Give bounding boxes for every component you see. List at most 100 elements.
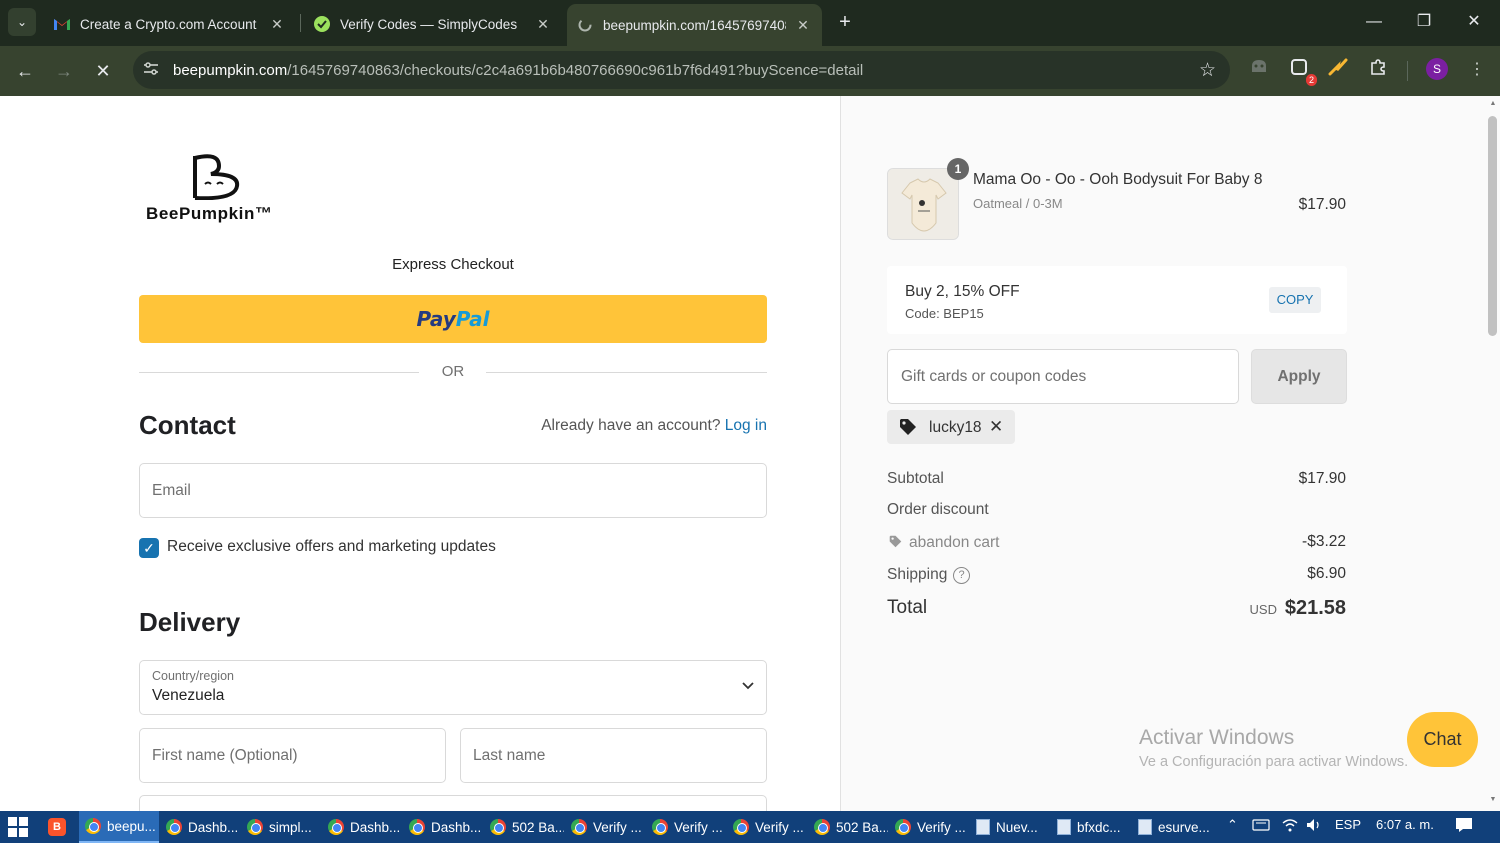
- chrome-icon: [571, 819, 587, 835]
- taskbar-item-label: Dashb...: [431, 819, 482, 835]
- login-link[interactable]: Log in: [725, 417, 767, 434]
- first-name-placeholder: First name (Optional): [152, 746, 298, 764]
- volume-icon[interactable]: [1305, 817, 1323, 836]
- taskbar-item[interactable]: Verify ...: [727, 811, 807, 843]
- brave-icon[interactable]: B: [48, 818, 66, 836]
- simplycodes-icon: [314, 16, 330, 32]
- marketing-label: Receive exclusive offers and marketing u…: [167, 538, 496, 555]
- notifications-icon[interactable]: [1455, 817, 1473, 836]
- first-name-field[interactable]: First name (Optional): [139, 728, 446, 783]
- taskbar-item[interactable]: esurve...: [1132, 811, 1212, 843]
- tab-title: Verify Codes — SimplyCodes: [340, 16, 518, 32]
- or-divider: OR: [139, 363, 767, 381]
- restore-button[interactable]: ❐: [1409, 8, 1439, 36]
- close-icon[interactable]: ✕: [534, 16, 552, 33]
- taskbar-item[interactable]: Verify ...: [565, 811, 645, 843]
- paypal-button[interactable]: PayPal: [139, 295, 767, 343]
- minimize-button[interactable]: —: [1359, 8, 1389, 36]
- lightning-extension-icon[interactable]: [1326, 58, 1350, 82]
- stop-loading-button[interactable]: ✕: [90, 58, 116, 84]
- chrome-icon: [409, 819, 425, 835]
- tab-search-button[interactable]: ⌄: [8, 8, 36, 36]
- url-path: /1645769740863/checkouts/c2c4a691b6b4807…: [287, 62, 864, 79]
- chrome-icon: [814, 819, 830, 835]
- tag-icon: [889, 535, 902, 551]
- tab-beepumpkin[interactable]: beepumpkin.com/1645769740863 ✕: [567, 4, 822, 46]
- windows-start-icon[interactable]: [8, 817, 30, 837]
- email-field[interactable]: Email: [139, 463, 767, 518]
- divider-line: [486, 372, 767, 373]
- arrow-left-icon: ←: [16, 61, 34, 81]
- taskbar-item[interactable]: Nuev...: [970, 811, 1050, 843]
- taskbar-item[interactable]: Dashb...: [322, 811, 402, 843]
- wifi-icon[interactable]: [1281, 817, 1299, 836]
- chevron-up-icon[interactable]: ⌃: [1227, 817, 1238, 833]
- taskbar-item[interactable]: Verify ...: [889, 811, 969, 843]
- chrome-icon: [328, 819, 344, 835]
- taskbar-item[interactable]: Dashb...: [403, 811, 483, 843]
- copy-code-button[interactable]: COPY: [1269, 287, 1321, 313]
- chrome-icon: [652, 819, 668, 835]
- back-button[interactable]: ←: [12, 58, 38, 84]
- promo-banner: Buy 2, 15% OFF Code: BEP15 COPY: [887, 266, 1347, 334]
- help-icon[interactable]: ?: [953, 567, 970, 584]
- coupon-input[interactable]: Gift cards or coupon codes: [887, 349, 1239, 404]
- extension-icon[interactable]: [1247, 58, 1271, 82]
- extensions-puzzle-icon[interactable]: [1366, 58, 1390, 82]
- taskbar-item-label: Dashb...: [350, 819, 401, 835]
- close-icon[interactable]: ✕: [794, 17, 812, 34]
- product-name: Mama Oo - Oo - Ooh Bodysuit For Baby 8: [973, 171, 1263, 188]
- remove-code-icon[interactable]: ✕: [989, 417, 1003, 437]
- scroll-up-icon[interactable]: ▲: [1489, 100, 1497, 107]
- scroll-down-icon[interactable]: ▼: [1489, 796, 1497, 803]
- taskbar-item-label: Verify ...: [674, 819, 723, 835]
- url-text[interactable]: beepumpkin.com/1645769740863/checkouts/c…: [173, 62, 863, 79]
- chat-button[interactable]: Chat: [1407, 712, 1478, 767]
- taskbar-item[interactable]: Verify ...: [646, 811, 726, 843]
- marketing-checkbox[interactable]: ✓: [139, 538, 159, 558]
- chrome-icon: [85, 818, 101, 834]
- taskbar-item-label: Nuev...: [996, 819, 1038, 835]
- paypal-logo: PayPal: [416, 307, 489, 331]
- taskbar-item[interactable]: beepu...: [79, 811, 159, 843]
- address-bar[interactable]: beepumpkin.com/1645769740863/checkouts/c…: [133, 51, 1230, 89]
- paypal-pay-text: Pay: [416, 307, 456, 331]
- taskbar-item[interactable]: 502 Ba...: [484, 811, 564, 843]
- language-indicator[interactable]: ESP: [1335, 817, 1361, 832]
- apply-button[interactable]: Apply: [1251, 349, 1347, 404]
- brand-logo[interactable]: BeePumpkin™: [145, 154, 295, 226]
- taskbar-item[interactable]: 502 Ba...: [808, 811, 888, 843]
- loading-icon: [577, 17, 593, 33]
- input-method-icon[interactable]: [1252, 817, 1270, 836]
- taskbar-item-label: Verify ...: [755, 819, 804, 835]
- taskbar-item-label: 502 Ba...: [512, 819, 564, 835]
- clock[interactable]: 6:07 a. m.: [1376, 817, 1434, 832]
- window-close-button[interactable]: ✕: [1459, 8, 1489, 36]
- taskbar-item[interactable]: simpl...: [241, 811, 321, 843]
- taskbar-item[interactable]: Dashb...: [160, 811, 240, 843]
- paypal-pal-text: Pal: [455, 307, 490, 331]
- profile-avatar[interactable]: S: [1426, 58, 1448, 80]
- site-settings-icon[interactable]: [143, 62, 159, 78]
- forward-button[interactable]: →: [51, 58, 77, 84]
- product-price: $17.90: [1298, 196, 1346, 213]
- browser-tab-strip: ⌄ Create a Crypto.com Account - ✕ Verify…: [0, 0, 1500, 46]
- scroll-thumb[interactable]: [1488, 116, 1497, 336]
- taskbar-item[interactable]: bfxdc...: [1051, 811, 1131, 843]
- extension-badge-icon[interactable]: 2: [1287, 58, 1317, 86]
- promo-code: Code: BEP15: [905, 306, 984, 321]
- page-scrollbar[interactable]: ▲ ▼: [1485, 96, 1500, 811]
- tab-crypto[interactable]: Create a Crypto.com Account - ✕: [44, 8, 296, 40]
- kebab-menu-icon[interactable]: ⋮: [1465, 58, 1489, 82]
- address-field[interactable]: [139, 795, 767, 811]
- bookmark-star-icon[interactable]: ☆: [1199, 59, 1216, 82]
- new-tab-button[interactable]: +: [834, 10, 856, 34]
- tab-simplycodes[interactable]: Verify Codes — SimplyCodes ✕: [304, 8, 562, 40]
- last-name-field[interactable]: Last name: [460, 728, 767, 783]
- country-value: Venezuela: [152, 687, 225, 704]
- taskbar-item-label: esurve...: [1158, 819, 1210, 835]
- country-select[interactable]: Country/region Venezuela: [139, 660, 767, 715]
- close-icon[interactable]: ✕: [268, 16, 286, 33]
- chrome-icon: [895, 819, 911, 835]
- tab-title: Create a Crypto.com Account -: [80, 16, 260, 32]
